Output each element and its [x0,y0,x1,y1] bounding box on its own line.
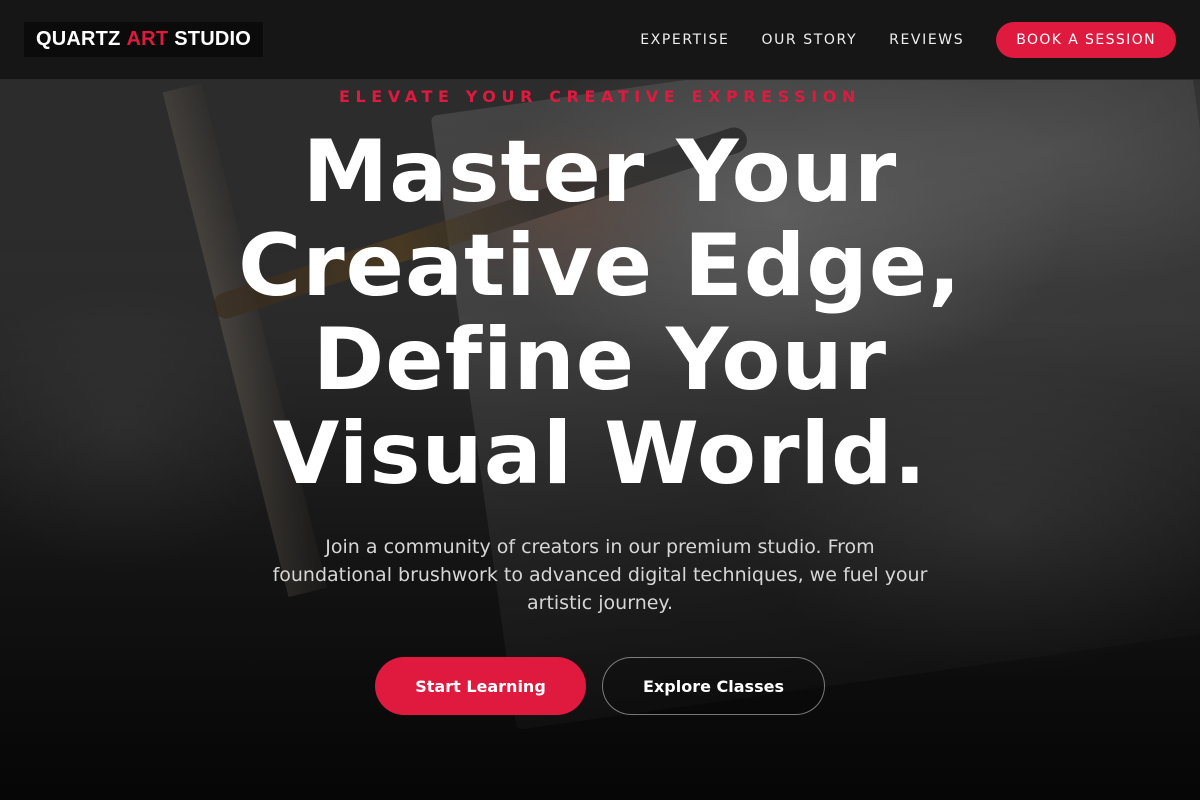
headline-line-2: Creative Edge, [238,216,962,316]
explore-classes-button[interactable]: Explore Classes [602,657,825,715]
hero-description: Join a community of creators in our prem… [272,536,928,614]
nav-link-our-story[interactable]: OUR STORY [761,32,857,48]
hero-cta-row: Start Learning Explore Classes [0,657,1200,715]
headline-line-3: Define Your [312,310,888,410]
logo[interactable]: QUARTZ ART STUDIO [24,22,264,57]
headline-line-4: Visual World. [272,404,928,504]
logo-text-studio: STUDIO [174,28,252,50]
nav-link-expertise[interactable]: EXPERTISE [640,32,729,48]
hero-eyebrow: ELEVATE YOUR CREATIVE EXPRESSION [338,87,861,106]
hero-section: ELEVATE YOUR CREATIVE EXPRESSION Master … [0,80,1200,800]
logo-text-art: ART [126,28,169,50]
headline-line-1: Master Your [302,122,898,222]
main-nav: EXPERTISE OUR STORY REVIEWS BOOK A SESSI… [640,21,1176,58]
nav-link-reviews[interactable]: REVIEWS [889,32,964,48]
hero-headline: Master Your Creative Edge, Define Your V… [100,125,1100,501]
logo-text-quartz: QUARTZ [36,28,121,50]
start-learning-button[interactable]: Start Learning [375,657,586,715]
book-session-button[interactable]: BOOK A SESSION [996,21,1176,58]
site-header: QUARTZ ART STUDIO EXPERTISE OUR STORY RE… [0,0,1200,80]
